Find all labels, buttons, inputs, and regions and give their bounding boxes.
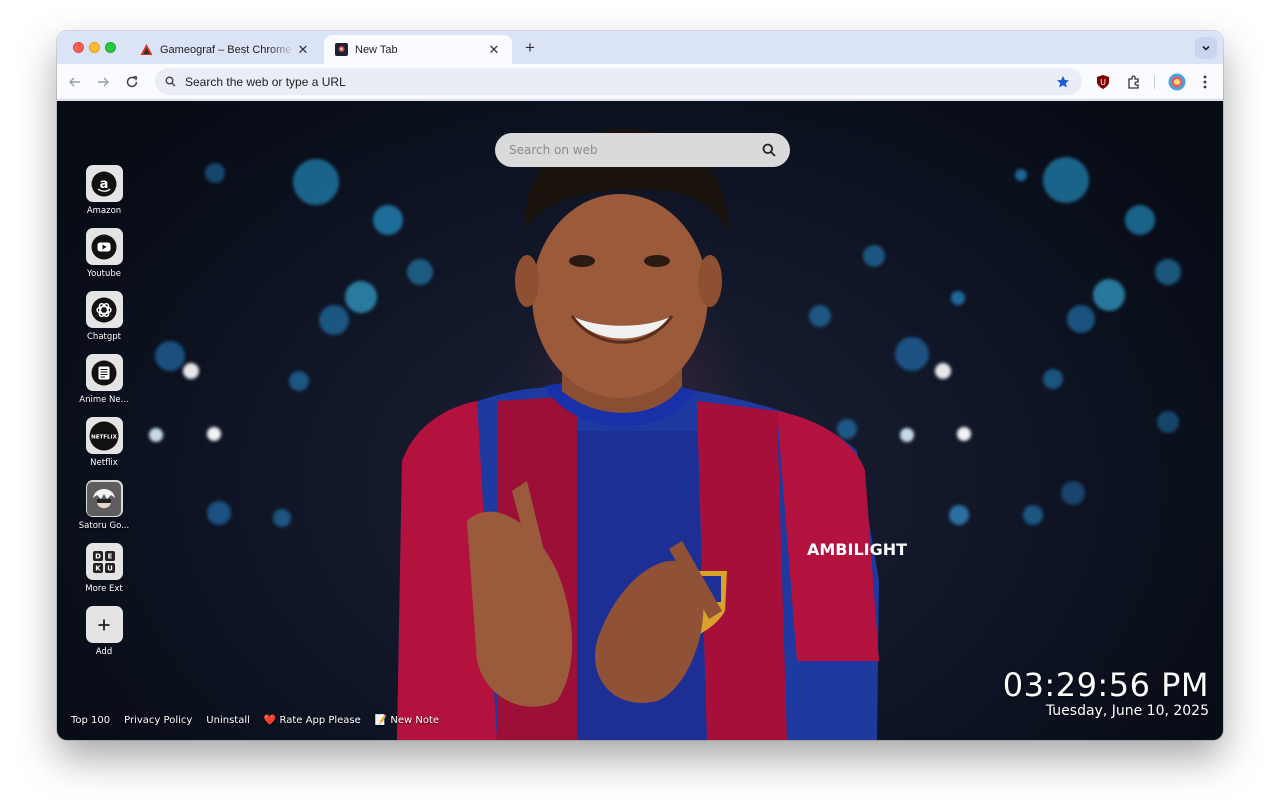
new-tab-favicon-icon xyxy=(334,43,348,57)
new-tab-page: AMBILIGHT a Amazon Youtube xyxy=(57,101,1223,740)
close-tab-icon[interactable]: ✕ xyxy=(295,42,311,58)
shortcut-add[interactable]: Add xyxy=(75,606,133,657)
clock-date: Tuesday, June 10, 2025 xyxy=(1045,703,1209,719)
tab-search-button[interactable] xyxy=(1195,37,1217,59)
shortcut-chatgpt[interactable]: Chatgpt xyxy=(75,291,133,342)
extensions-puzzle-icon[interactable] xyxy=(1123,72,1143,92)
search-icon xyxy=(163,75,177,89)
zoom-window-button[interactable] xyxy=(105,42,116,53)
browser-window: Gameograf – Best Chrome Li ✕ New Tab ✕ + xyxy=(57,31,1223,740)
arrow-right-icon xyxy=(98,77,110,87)
plus-icon[interactable] xyxy=(85,606,123,643)
profile-avatar[interactable] xyxy=(1167,72,1187,92)
satoru-gojo-icon[interactable] xyxy=(85,480,123,517)
amazon-icon[interactable]: a xyxy=(85,165,123,202)
more-ext-icon[interactable]: DEKU xyxy=(85,543,123,580)
arrow-left-icon xyxy=(68,77,80,87)
shortcut-satoru-gojo[interactable]: Satoru Go... xyxy=(75,480,133,531)
toolbar-divider xyxy=(1154,75,1155,89)
rate-app-link[interactable]: ❤️ Rate App Please xyxy=(264,715,361,726)
shortcut-youtube[interactable]: Youtube xyxy=(75,228,133,279)
shortcut-label: Chatgpt xyxy=(87,332,121,342)
svg-text:E: E xyxy=(108,552,113,560)
close-window-button[interactable] xyxy=(73,42,84,53)
new-note-link[interactable]: 📝 New Note xyxy=(375,715,439,726)
netflix-icon[interactable]: NETFLIX xyxy=(85,417,123,454)
address-bar[interactable]: Search the web or type a URL xyxy=(155,68,1082,95)
jersey-sponsor-text: AMBILIGHT xyxy=(807,540,907,559)
search-icon[interactable] xyxy=(762,143,776,157)
shortcut-label: Amazon xyxy=(86,206,122,216)
address-bar-text: Search the web or type a URL xyxy=(185,74,346,89)
shortcut-label: Netflix xyxy=(90,458,118,468)
back-button[interactable] xyxy=(64,71,86,93)
uninstall-link[interactable]: Uninstall xyxy=(206,715,250,726)
wallpaper-player-image: AMBILIGHT xyxy=(397,128,907,740)
browser-toolbar: Search the web or type a URL U xyxy=(57,64,1223,100)
privacy-policy-link[interactable]: Privacy Policy xyxy=(124,715,192,726)
shortcut-netflix[interactable]: NETFLIX Netflix xyxy=(75,417,133,468)
shortcut-label: More Ext xyxy=(85,584,123,594)
chatgpt-icon[interactable] xyxy=(85,291,123,328)
bookmark-star-icon[interactable] xyxy=(1056,75,1070,89)
svg-text:U: U xyxy=(107,564,113,572)
shortcut-amazon[interactable]: a Amazon xyxy=(75,165,133,216)
close-tab-icon[interactable]: ✕ xyxy=(486,42,502,58)
ublock-extension-icon[interactable]: U xyxy=(1093,72,1113,92)
menu-kebab-icon[interactable] xyxy=(1195,72,1215,92)
clock-widget: 03:29:56 PM Tuesday, June 10, 2025 xyxy=(1003,667,1209,719)
svg-text:D: D xyxy=(95,552,101,560)
footer-links: Top 100 Privacy Policy Uninstall ❤️ Rate… xyxy=(71,715,439,726)
reload-button[interactable] xyxy=(121,71,143,93)
shortcut-anime-news[interactable]: Anime Ne... xyxy=(75,354,133,405)
top-100-link[interactable]: Top 100 xyxy=(71,715,110,726)
forward-button[interactable] xyxy=(92,71,114,93)
anime-news-icon[interactable] xyxy=(85,354,123,391)
web-search-bar[interactable] xyxy=(495,133,790,167)
svg-text:U: U xyxy=(1100,78,1106,87)
tab-new-tab[interactable]: New Tab ✕ xyxy=(324,35,512,64)
netflix-logo-text: NETFLIX xyxy=(91,434,117,440)
youtube-icon[interactable] xyxy=(85,228,123,265)
tab-strip: Gameograf – Best Chrome Li ✕ New Tab ✕ + xyxy=(57,31,1223,64)
tab-gameograf[interactable]: Gameograf – Best Chrome Li ✕ xyxy=(129,35,321,64)
shortcut-label: Youtube xyxy=(87,269,121,279)
tab-title: Gameograf – Best Chrome Li xyxy=(160,43,295,56)
clock-time: 03:29:56 PM xyxy=(1002,666,1209,704)
shortcut-label: Add xyxy=(95,647,113,657)
svg-text:a: a xyxy=(100,177,109,192)
shortcut-more-ext[interactable]: DEKU More Ext xyxy=(75,543,133,594)
tab-title: New Tab xyxy=(355,43,398,56)
gameograf-favicon-icon xyxy=(139,43,153,57)
minimize-window-button[interactable] xyxy=(89,42,100,53)
svg-text:K: K xyxy=(95,564,101,572)
reload-icon xyxy=(126,75,138,88)
shortcut-label: Satoru Go... xyxy=(78,521,130,531)
chevron-down-icon xyxy=(1202,45,1210,51)
web-search-input[interactable] xyxy=(509,143,762,157)
shortcut-label: Anime Ne... xyxy=(79,395,129,405)
new-tab-button[interactable]: + xyxy=(520,38,540,58)
